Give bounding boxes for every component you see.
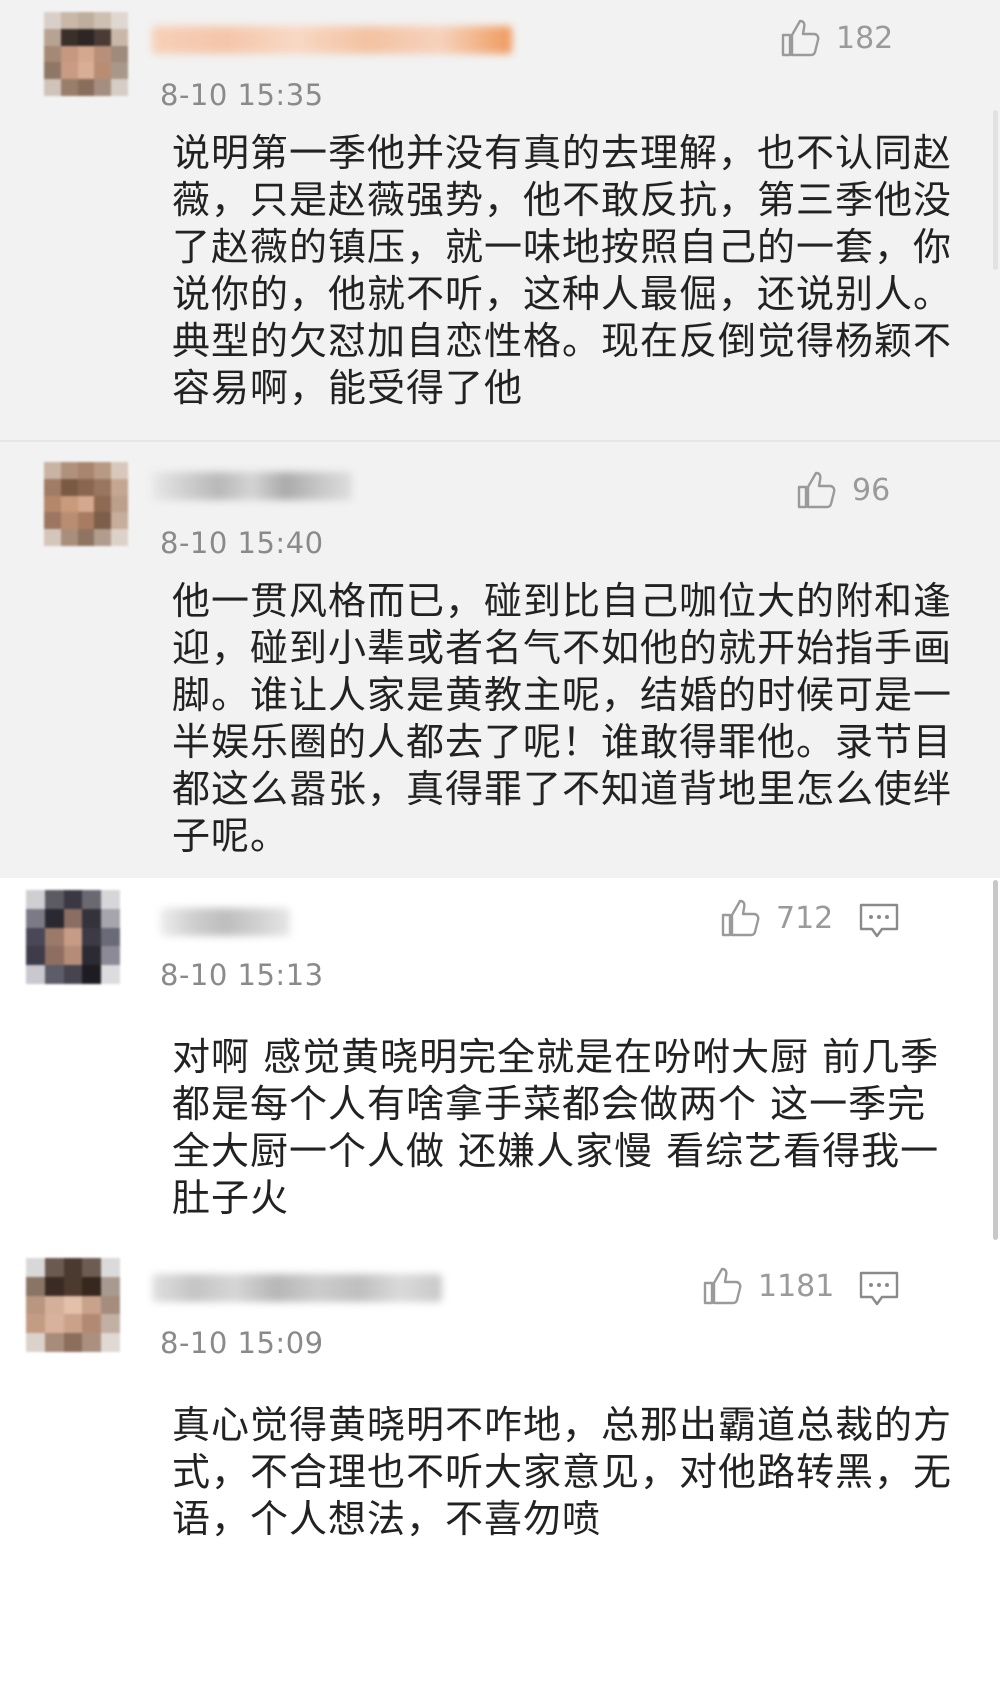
comment-bubble-icon[interactable]: [858, 902, 900, 940]
avatar[interactable]: [44, 462, 128, 546]
like-count: 1181: [758, 1268, 835, 1304]
comment-text: 说明第一季他并没有真的去理解，也不认同赵薇，只是赵薇强势，他不敢反抗，第三季他没…: [172, 131, 953, 410]
comment-text: 他一贯风格而已，碰到比自己咖位大的附和逢迎，碰到小辈或者名气不如他的就开始指手画…: [172, 579, 953, 858]
like-count: 96: [852, 472, 891, 508]
comment-item: 8-10 15:40 96 他一贯风格而已，碰到比自己咖位大的附和逢迎，碰到小辈…: [0, 440, 1000, 880]
like-button[interactable]: 1181: [702, 1266, 834, 1306]
avatar[interactable]: [26, 890, 120, 984]
like-button[interactable]: 96: [796, 470, 890, 510]
scrollbar[interactable]: [993, 880, 998, 1240]
comment-time: 8-10 15:13: [160, 958, 324, 992]
comment-text: 对啊 感觉黄晓明完全就是在吩咐大厨 前几季都是每个人有啥拿手菜都会做两个 这一季…: [172, 1035, 940, 1220]
comment-time: 8-10 15:35: [160, 78, 324, 112]
comment-item: 8-10 15:09 1181 真心觉得黄晓明不咋地，总那出霸道总裁的方式，不合…: [0, 1246, 1000, 1700]
username-blurred[interactable]: [152, 1274, 442, 1302]
thumbs-up-icon: [781, 19, 820, 57]
comment-time: 8-10 15:40: [160, 526, 324, 560]
like-count: 182: [836, 20, 894, 56]
scrollbar[interactable]: [993, 110, 998, 270]
comment-text: 真心觉得黄晓明不咋地，总那出霸道总裁的方式，不合理也不听大家意见，对他路转黑，无…: [172, 1403, 953, 1541]
username-blurred[interactable]: [152, 26, 512, 54]
thumbs-up-icon: [721, 899, 760, 937]
username-blurred[interactable]: [160, 908, 290, 936]
like-button[interactable]: 712: [720, 898, 833, 938]
thumbs-up-icon: [703, 1267, 742, 1305]
comment-time: 8-10 15:09: [160, 1326, 324, 1360]
like-button[interactable]: 182: [780, 18, 893, 58]
comment-item: 8-10 15:13 712 对啊 感觉黄晓明完全就是在吩咐大厨 前几季都是每个…: [0, 878, 1000, 1246]
comment-item: 8-10 15:35 182 说明第一季他并没有真的去理解，也不认同赵薇，只是赵…: [0, 0, 1000, 440]
avatar[interactable]: [44, 12, 128, 96]
comment-bubble-icon[interactable]: [858, 1270, 900, 1308]
thumbs-up-icon: [797, 471, 836, 509]
like-count: 712: [776, 900, 834, 936]
username-blurred[interactable]: [152, 472, 352, 500]
avatar[interactable]: [26, 1258, 120, 1352]
